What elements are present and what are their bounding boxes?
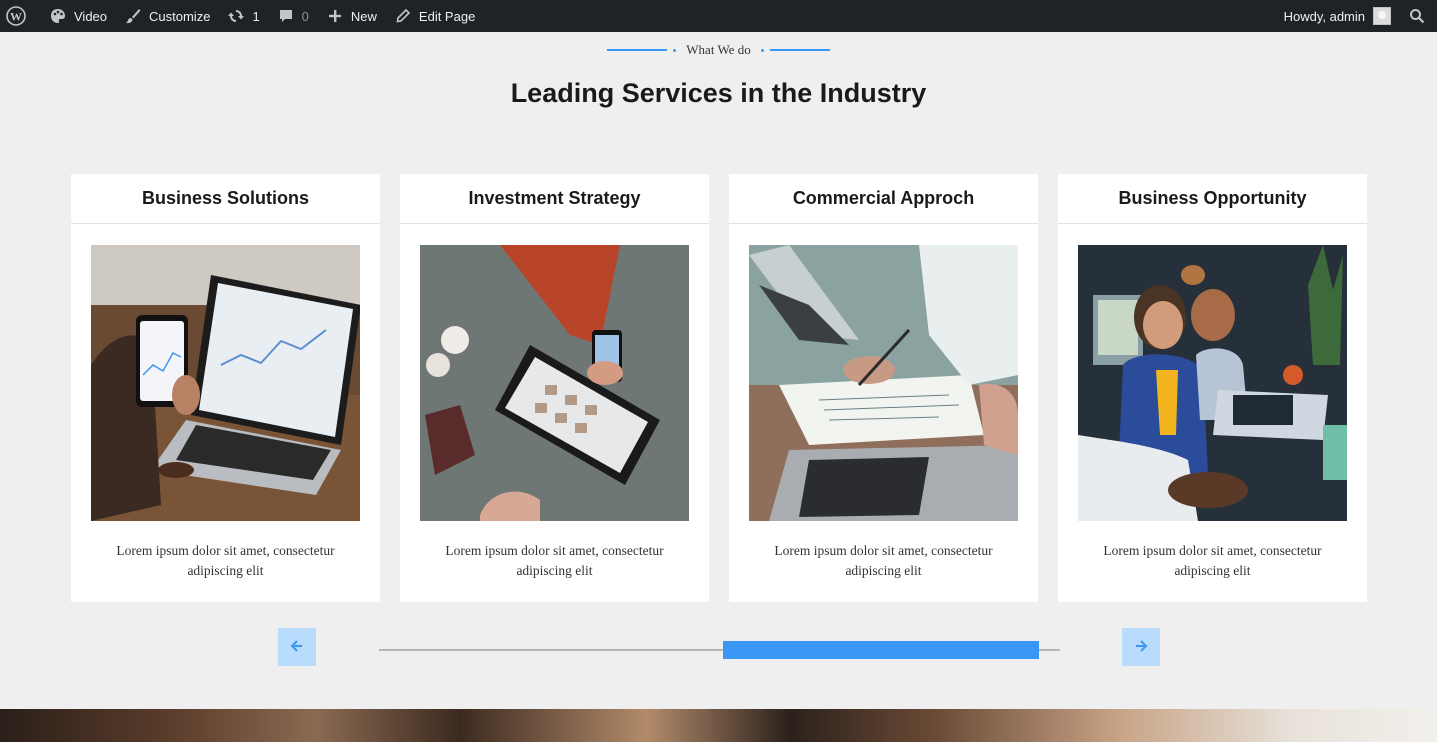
service-card[interactable]: Business Opportunity Lorem ipsum dolor s… [1058, 174, 1367, 602]
svg-text:W: W [10, 10, 22, 24]
service-card[interactable]: Investment Strategy Lorem ipsum dolor si… [400, 174, 709, 602]
card-image-tablet-table [420, 245, 689, 521]
eyebrow-dot-left [673, 48, 677, 52]
admin-search[interactable] [1399, 0, 1437, 32]
arrow-right-icon [1134, 637, 1148, 658]
card-title: Investment Strategy [400, 174, 709, 224]
brush-icon [123, 6, 143, 26]
section-title: Leading Services in the Industry [510, 78, 927, 108]
card-title: Commercial Approch [729, 174, 1038, 224]
plus-icon [325, 6, 345, 26]
customize-link[interactable]: Customize [115, 0, 218, 32]
comments-count: 0 [301, 8, 309, 24]
pencil-icon [393, 6, 413, 26]
card-image-paperwork [749, 245, 1018, 521]
edit-page-label: Edit Page [418, 8, 476, 24]
card-description: Lorem ipsum dolor sit amet, consectetur … [116, 543, 335, 578]
avatar [1373, 7, 1391, 25]
comments-link[interactable]: 0 [268, 0, 317, 32]
eyebrow-text: What We do [686, 42, 751, 57]
section-eyebrow: What We do [0, 42, 1437, 58]
eyebrow-line-left [607, 49, 668, 51]
eyebrow-dot-right [760, 48, 764, 52]
customize-label: Customize [149, 8, 211, 24]
card-image-office-team [1078, 245, 1347, 521]
eyebrow-line-right [769, 49, 830, 51]
updates-count: 1 [252, 8, 260, 24]
new-label: New [350, 8, 377, 24]
wp-logo-menu[interactable]: W [0, 0, 40, 32]
new-content-menu[interactable]: New [317, 0, 385, 32]
site-name-menu[interactable]: Video [40, 0, 115, 32]
wp-admin-bar: W Video Customize 1 0 New Edit Page Howd… [0, 0, 1437, 32]
card-image-laptop-phone [91, 245, 360, 521]
card-description: Lorem ipsum dolor sit amet, consectetur … [774, 543, 993, 578]
card-description: Lorem ipsum dolor sit amet, consectetur … [1103, 543, 1322, 578]
updates-link[interactable]: 1 [218, 0, 267, 32]
arrow-left-icon [290, 637, 304, 658]
slider-scrollbar-thumb[interactable] [723, 641, 1039, 659]
card-description: Lorem ipsum dolor sit amet, consectetur … [445, 543, 664, 578]
site-name-label: Video [74, 8, 108, 24]
wordpress-icon: W [6, 6, 26, 26]
service-card[interactable]: Commercial Approch Lorem ipsum dolor sit… [729, 174, 1038, 602]
card-title: Business Opportunity [1058, 174, 1367, 224]
updates-icon [226, 6, 246, 26]
slider-prev-button[interactable] [278, 628, 316, 666]
greeting-text: Howdy, admin [1283, 8, 1365, 24]
palette-icon [48, 6, 68, 26]
next-section-background-image [0, 709, 1437, 742]
search-icon [1407, 6, 1427, 26]
service-card[interactable]: Business Solutions Lorem ipsum dolor sit… [71, 174, 380, 602]
edit-page-link[interactable]: Edit Page [385, 0, 483, 32]
my-account-menu[interactable]: Howdy, admin [1276, 0, 1399, 32]
slider-next-button[interactable] [1122, 628, 1160, 666]
comment-icon [276, 6, 296, 26]
card-title: Business Solutions [71, 174, 380, 224]
